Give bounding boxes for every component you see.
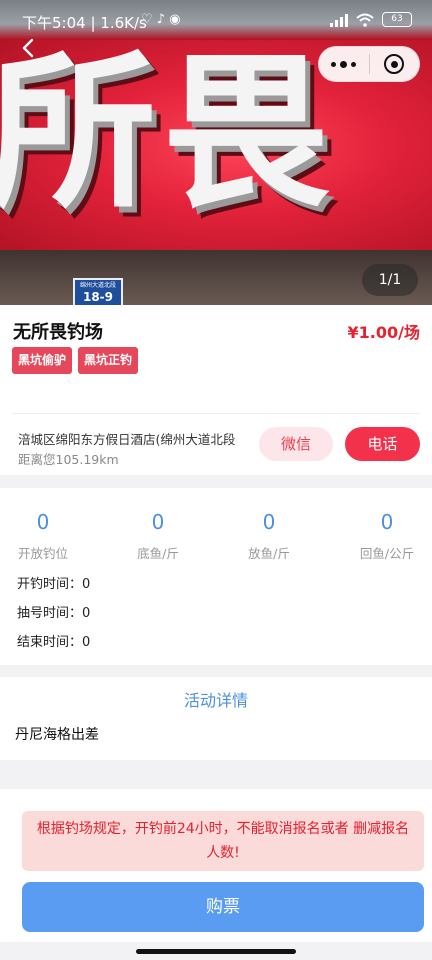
status-indicators: 63 (330, 12, 412, 27)
stat-open-spots: 0 开放钓位 (14, 510, 72, 562)
stat-value: 0 (262, 510, 276, 534)
draw-time: 抽号时间：0 (17, 606, 91, 621)
plate-number: 18-9 (82, 290, 114, 304)
divider (12, 413, 420, 414)
venue-info-card: 无所畏钓场 ¥1.00/场 黑坑偷驴 黑坑正钓 涪城区绵阳东方假日酒店(绵州大道… (0, 305, 432, 475)
signal-icon (330, 13, 348, 27)
venue-address[interactable]: 涪城区绵阳东方假日酒店(绵州大道北段 (18, 429, 250, 448)
address-plate: 绵州大道北段 18-9 (73, 278, 123, 305)
stat-value: 0 (380, 510, 394, 534)
stats-card: 0 开放钓位 0 底鱼/斤 0 放鱼/斤 0 回鱼/公斤 开钓时间：0 抽号时间… (0, 488, 432, 665)
stat-released-fish: 0 放鱼/斤 (245, 510, 293, 562)
buy-ticket-button[interactable]: 购票 (22, 882, 424, 932)
close-miniprogram-button[interactable] (370, 47, 420, 81)
storefront-sign-text: 所畏 (0, 35, 336, 231)
venue-name: 无所畏钓场 (13, 322, 103, 343)
open-time: 开钓时间：0 (17, 577, 91, 592)
phone-button[interactable]: 电话 (345, 427, 420, 461)
wifi-icon (356, 13, 374, 27)
image-counter: 1/1 (362, 264, 418, 296)
dot-icon (331, 61, 337, 67)
tag-list: 黑坑偷驴 黑坑正钓 (12, 347, 139, 374)
stat-value: 0 (151, 510, 165, 534)
stat-label: 回鱼/公斤 (359, 546, 415, 561)
stat-value: 0 (36, 510, 50, 534)
status-app-icons: ♡ ♪ ◉ (141, 12, 181, 27)
more-options-button[interactable] (319, 47, 369, 81)
activity-content: 丹尼海格出差 (15, 727, 99, 743)
activity-title: 活动详情 (183, 691, 248, 710)
cancellation-notice: 根据钓场规定，开钓前24小时，不能取消报名或者 删减报名人数! (22, 811, 424, 871)
tag-badge: 黑坑偷驴 (12, 347, 73, 374)
back-button[interactable] (12, 32, 44, 64)
home-indicator[interactable] (136, 949, 296, 954)
target-icon (384, 54, 405, 74)
venue-price: ¥1.00/场 (347, 323, 420, 342)
activity-card: 活动详情 丹尼海格出差 (0, 677, 432, 760)
stat-base-fish: 0 底鱼/斤 (134, 510, 182, 562)
wechat-button[interactable]: 微信 (259, 427, 333, 461)
stat-label: 开放钓位 (17, 546, 68, 561)
plate-street: 绵州大道北段 (79, 282, 116, 289)
chevron-left-icon (22, 38, 34, 58)
hero-image: 所畏 绵州大道北段 18-9 下午5:04 | 1.6K/s ♡ ♪ ◉ 63 (0, 0, 432, 305)
dot-icon (351, 61, 357, 67)
end-time: 结束时间：0 (17, 635, 91, 650)
status-bar: 下午5:04 | 1.6K/s ♡ ♪ ◉ 63 (0, 0, 432, 40)
stat-label: 放鱼/斤 (248, 546, 290, 561)
stat-label: 底鱼/斤 (137, 546, 179, 561)
status-time: 下午5:04 | 1.6K/s (22, 14, 147, 32)
purchase-panel: 根据钓场规定，开钓前24小时，不能取消报名或者 删减报名人数! 购票 (0, 789, 432, 942)
stat-buyback-fish: 0 回鱼/公斤 (356, 510, 418, 562)
dot-icon (340, 60, 348, 68)
miniprogram-capsule (318, 46, 420, 82)
tag-badge: 黑坑正钓 (78, 347, 139, 374)
venue-distance: 距离您105.19km (18, 452, 119, 467)
battery-icon: 63 (382, 12, 412, 27)
